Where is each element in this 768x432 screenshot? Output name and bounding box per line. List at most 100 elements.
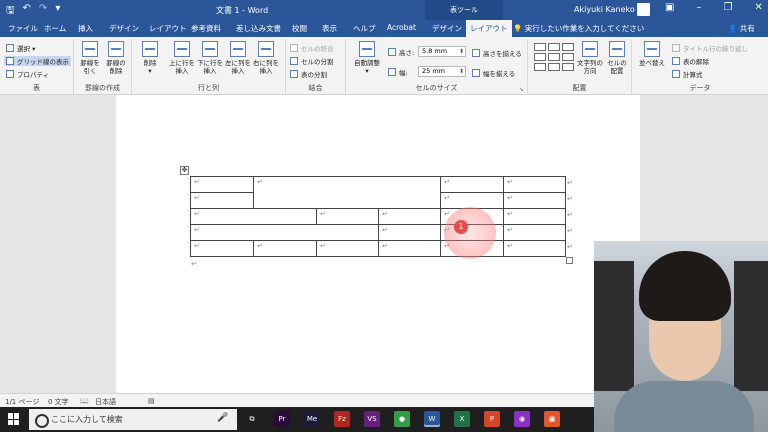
language[interactable]: 日本語 xyxy=(95,397,116,407)
tab-help[interactable]: ヘルプ xyxy=(353,23,376,34)
table-cell[interactable]: ↵ xyxy=(503,208,566,225)
microphone-icon[interactable]: 🎤 xyxy=(217,413,228,423)
formula-button[interactable]: 計算式 xyxy=(672,69,703,79)
repeat-header-button[interactable]: タイトル行の繰り返し xyxy=(672,43,748,53)
word-count[interactable]: 0 文字 xyxy=(48,397,69,407)
align-bottom-center-icon[interactable] xyxy=(548,63,560,71)
insert-above-button[interactable]: 上に行を 挿入 xyxy=(168,41,196,75)
align-top-center-icon[interactable] xyxy=(548,43,560,51)
table-cell[interactable]: ↵ xyxy=(190,240,254,257)
align-center-icon[interactable] xyxy=(548,53,560,61)
table-cell[interactable]: ↵ xyxy=(253,240,317,257)
avatar[interactable] xyxy=(637,3,650,16)
tab-layout[interactable]: レイアウト xyxy=(149,23,187,34)
table-cell[interactable]: ↵ xyxy=(378,208,441,225)
eraser-button[interactable]: 罫線の 削除 xyxy=(104,41,128,75)
table-cell[interactable]: ↵ xyxy=(503,224,566,241)
tab-acrobat[interactable]: Acrobat xyxy=(387,23,416,32)
align-middle-left-icon[interactable] xyxy=(534,53,546,61)
windows-start-icon[interactable] xyxy=(8,413,20,425)
sort-button[interactable]: 並べ替え xyxy=(636,41,668,67)
tab-home[interactable]: ホーム xyxy=(44,23,66,34)
table-cell[interactable]: ↵ xyxy=(316,208,379,225)
redo-icon[interactable]: ↷ xyxy=(39,3,47,20)
premiere-icon[interactable]: Pr xyxy=(274,411,290,427)
media-encoder-icon[interactable]: Me xyxy=(304,411,320,427)
properties-button[interactable]: プロパティ xyxy=(6,69,49,79)
taskbar-search[interactable]: ここに入力して検索 xyxy=(29,409,237,430)
row-height-input[interactable]: 5.8 mm xyxy=(418,46,466,57)
tab-references[interactable]: 参考資料 xyxy=(191,23,221,34)
table-cell[interactable]: ↵ xyxy=(190,208,317,225)
insert-right-button[interactable]: 右に列を 挿入 xyxy=(252,41,280,75)
align-top-right-icon[interactable] xyxy=(562,43,574,51)
draw-table-button[interactable]: 罫線を 引く xyxy=(78,41,102,75)
split-table-button[interactable]: 表の分割 xyxy=(290,69,327,79)
merge-cells-button[interactable]: セルの結合 xyxy=(290,43,334,53)
word-icon[interactable]: W xyxy=(424,411,440,427)
gridlines-button[interactable]: グリッド線の表示 xyxy=(4,56,71,66)
dialog-launcher-icon[interactable]: ↘ xyxy=(519,86,524,93)
task-view-icon[interactable]: ⧉ xyxy=(244,411,260,427)
split-cells-button[interactable]: セルの分割 xyxy=(290,56,334,66)
app-icon[interactable]: ▣ xyxy=(544,411,560,427)
user-name[interactable]: Akiyuki Kaneko xyxy=(574,5,635,14)
table-cell[interactable]: ↵ xyxy=(316,240,379,257)
table-resize-handle[interactable] xyxy=(566,257,573,264)
table-cell[interactable]: ↵ xyxy=(440,176,504,193)
customize-icon[interactable]: ▾ xyxy=(55,3,60,20)
table-move-handle-icon[interactable]: ✥ xyxy=(180,166,189,175)
tab-file[interactable]: ファイル xyxy=(8,23,38,34)
minimize-icon[interactable]: – xyxy=(696,2,701,13)
close-icon[interactable]: ✕ xyxy=(754,2,762,13)
proofing-icon[interactable]: 📖 xyxy=(80,397,89,405)
table-cell[interactable]: ↵ xyxy=(503,176,566,193)
ribbon-display-icon[interactable]: ▣ xyxy=(665,2,674,13)
restore-icon[interactable]: ❐ xyxy=(723,2,732,13)
group-label-rows-columns: 行と列 xyxy=(198,84,219,92)
tab-insert[interactable]: 挿入 xyxy=(78,23,93,34)
tab-table-layout[interactable]: レイアウト xyxy=(466,20,512,37)
autofit-button[interactable]: 自動調整 ▾ xyxy=(352,41,382,75)
line-icon[interactable]: ● xyxy=(394,411,410,427)
column-width-input[interactable]: 25 mm xyxy=(418,66,466,77)
tab-table-design[interactable]: デザイン xyxy=(432,23,462,34)
undo-icon[interactable]: ↶ xyxy=(23,3,31,20)
table-cell[interactable]: ↵ xyxy=(190,224,379,241)
align-middle-right-icon[interactable] xyxy=(562,53,574,61)
insert-below-button[interactable]: 下に行を 挿入 xyxy=(196,41,224,75)
convert-to-text-button[interactable]: 表の解除 xyxy=(672,56,709,66)
align-bottom-left-icon[interactable] xyxy=(534,63,546,71)
tab-design[interactable]: デザイン xyxy=(109,23,139,34)
distribute-columns-button[interactable]: 幅を揃える xyxy=(472,68,515,78)
tell-me-search[interactable]: 💡 実行したい作業を入力してください xyxy=(513,23,644,34)
text-direction-button[interactable]: 文字列の 方向 xyxy=(576,41,604,75)
align-top-left-icon[interactable] xyxy=(534,43,546,51)
group-label-alignment: 配置 xyxy=(572,84,587,92)
table-cell[interactable]: ↵ xyxy=(378,240,441,257)
cell-margins-button[interactable]: セルの 配置 xyxy=(604,41,630,75)
insert-left-button[interactable]: 左に列を 挿入 xyxy=(224,41,252,75)
table-cell[interactable]: ↵ xyxy=(503,192,566,209)
distribute-rows-button[interactable]: 高さを揃える xyxy=(472,48,522,58)
excel-icon[interactable]: X xyxy=(454,411,470,427)
tab-review[interactable]: 校閲 xyxy=(292,23,307,34)
align-bottom-right-icon[interactable] xyxy=(562,63,574,71)
tab-view[interactable]: 表示 xyxy=(322,23,337,34)
table-cell[interactable]: ↵ xyxy=(190,176,254,193)
screen-record-icon[interactable]: ◉ xyxy=(514,411,530,427)
filezilla-icon[interactable]: Fz xyxy=(334,411,350,427)
table-cell[interactable]: ↵ xyxy=(503,240,566,257)
table-cell[interactable]: ↵ xyxy=(253,176,441,209)
powerpoint-icon[interactable]: P xyxy=(484,411,500,427)
save-icon[interactable]: 🖫 xyxy=(6,3,15,20)
table-cell[interactable]: ↵ xyxy=(190,192,254,209)
share-button[interactable]: 👤 共有 xyxy=(728,23,755,34)
visual-studio-icon[interactable]: VS xyxy=(364,411,380,427)
delete-button[interactable]: 削除 ▾ xyxy=(138,41,162,75)
macro-icon[interactable]: ▤ xyxy=(148,397,155,405)
select-button[interactable]: 選択 ▾ xyxy=(6,43,35,53)
table-cell[interactable]: ↵ xyxy=(378,224,441,241)
tab-mailings[interactable]: 差し込み文書 xyxy=(236,23,281,34)
page-count[interactable]: 1/1 ページ xyxy=(5,397,39,407)
